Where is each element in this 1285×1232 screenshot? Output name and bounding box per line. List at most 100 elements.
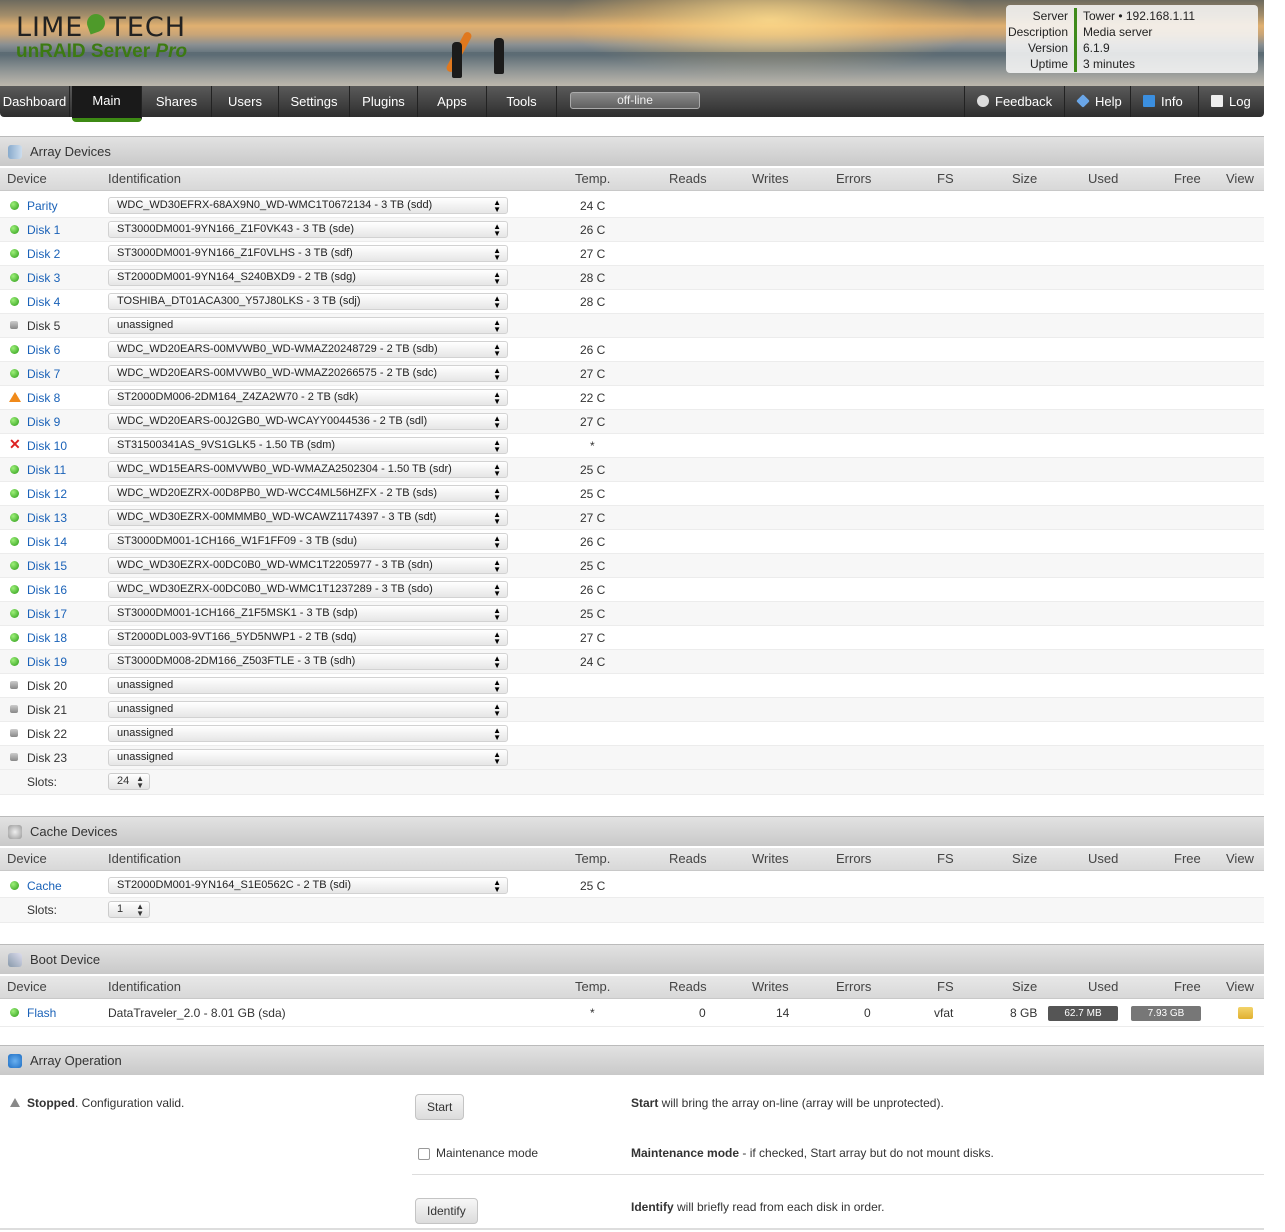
- device-select[interactable]: unassigned ▲ ▼: [108, 725, 508, 742]
- device-name[interactable]: Disk 13: [27, 511, 67, 525]
- device-select[interactable]: TOSHIBA_DT01ACA300_Y57J80LKS - 3 TB (sdj…: [108, 293, 508, 310]
- device-select[interactable]: unassigned ▲ ▼: [108, 677, 508, 694]
- device-select[interactable]: ST2000DM006-2DM164_Z4ZA2W70 - 2 TB (sdk)…: [108, 389, 508, 406]
- device-select[interactable]: WDC_WD20EZRX-00D8PB0_WD-WCC4ML56HZFX - 2…: [108, 485, 508, 502]
- maintenance-checkbox[interactable]: [418, 1148, 430, 1160]
- device-name[interactable]: Disk 4: [27, 295, 60, 309]
- device-select[interactable]: WDC_WD20EARS-00MVWB0_WD-WMAZ20248729 - 2…: [108, 341, 508, 358]
- device-name[interactable]: Cache: [27, 879, 62, 893]
- device-select[interactable]: WDC_WD20EARS-00MVWB0_WD-WMAZ20266575 - 2…: [108, 365, 508, 382]
- select-arrows-icon: ▲ ▼: [493, 582, 501, 598]
- identify-button[interactable]: Identify: [415, 1198, 478, 1224]
- device-select[interactable]: WDC_WD30EFRX-68AX9N0_WD-WMC1T0672134 - 3…: [108, 197, 508, 214]
- device-name[interactable]: Disk 2: [27, 247, 60, 261]
- slots-select[interactable]: 1 ▲ ▼: [108, 901, 150, 918]
- device-name[interactable]: Disk 14: [27, 535, 67, 549]
- device-identification: DataTraveler_2.0 - 8.01 GB (sda): [108, 1006, 286, 1020]
- device-name[interactable]: Disk 8: [27, 391, 60, 405]
- device-select[interactable]: unassigned ▲ ▼: [108, 701, 508, 718]
- select-arrows-icon: ▲ ▼: [493, 222, 501, 238]
- nav-info[interactable]: Info: [1130, 86, 1198, 117]
- device-temp: *: [590, 439, 595, 453]
- disk-row: Disk 8 ST2000DM006-2DM164_Z4ZA2W70 - 2 TB…: [0, 386, 1264, 410]
- disk-ok-icon: [10, 369, 19, 378]
- column-header-free: Free: [1174, 171, 1201, 186]
- device-name[interactable]: Disk 6: [27, 343, 60, 357]
- device-select[interactable]: unassigned ▲ ▼: [108, 317, 508, 334]
- array-state: Stopped. Configuration valid.: [10, 1096, 184, 1110]
- device-name[interactable]: Disk 12: [27, 487, 67, 501]
- device-select[interactable]: ST2000DL003-9VT166_5YD5NWP1 - 2 TB (sdq)…: [108, 629, 508, 646]
- device-name[interactable]: Disk 16: [27, 583, 67, 597]
- device-name[interactable]: Disk 9: [27, 415, 60, 429]
- device-temp: *: [590, 1006, 595, 1020]
- device-select[interactable]: WDC_WD30EZRX-00MMMB0_WD-WCAWZ1174397 - 3…: [108, 509, 508, 526]
- select-arrows-icon: ▲ ▼: [493, 678, 501, 694]
- device-select[interactable]: ST2000DM001-9YN164_S1E0562C - 2 TB (sdi)…: [108, 877, 508, 894]
- device-name[interactable]: Disk 7: [27, 367, 60, 381]
- column-header-fs: FS: [937, 171, 954, 186]
- device-select[interactable]: WDC_WD30EZRX-00DC0B0_WD-WMC1T1237289 - 3…: [108, 581, 508, 598]
- server-info-row: Server Tower • 192.168.1.11: [1006, 8, 1258, 24]
- tab-settings[interactable]: Settings: [279, 86, 350, 117]
- device-select-value: WDC_WD30EFRX-68AX9N0_WD-WMC1T0672134 - 3…: [117, 199, 433, 211]
- device-name[interactable]: Disk 3: [27, 271, 60, 285]
- device-name[interactable]: Disk 19: [27, 655, 67, 669]
- device-errors: 0: [864, 1006, 871, 1020]
- tab-dashboard[interactable]: Dashboard: [0, 86, 70, 117]
- disk-row: Disk 15 WDC_WD30EZRX-00DC0B0_WD-WMC1T2205…: [0, 554, 1264, 578]
- device-name[interactable]: Disk 18: [27, 631, 67, 645]
- device-select-value: unassigned: [117, 319, 174, 331]
- device-select[interactable]: ST3000DM001-1CH166_Z1F5MSK1 - 3 TB (sdp)…: [108, 605, 508, 622]
- desc-text: will briefly read from each disk in orde…: [673, 1200, 885, 1214]
- tab-shares[interactable]: Shares: [142, 86, 212, 117]
- tab-tools[interactable]: Tools: [487, 86, 557, 117]
- device-select-value: unassigned: [117, 751, 174, 763]
- device-select[interactable]: ST3000DM001-1CH166_W1F1FF09 - 3 TB (sdu)…: [108, 533, 508, 550]
- column-header-size: Size: [1012, 979, 1038, 994]
- device-name[interactable]: Disk 15: [27, 559, 67, 573]
- device-temp: 22 C: [580, 391, 606, 405]
- device-name[interactable]: Disk 17: [27, 607, 67, 621]
- select-arrows-icon: ▲ ▼: [493, 246, 501, 262]
- device-name: Disk 5: [27, 319, 61, 333]
- tab-plugins[interactable]: Plugins: [350, 86, 418, 117]
- device-select[interactable]: ST3000DM001-9YN166_Z1F0VLHS - 3 TB (sdf)…: [108, 245, 508, 262]
- device-select[interactable]: WDC_WD20EARS-00J2GB0_WD-WCAYY0044536 - 2…: [108, 413, 508, 430]
- device-select[interactable]: WDC_WD15EARS-00MVWB0_WD-WMAZA2502304 - 1…: [108, 461, 508, 478]
- device-name[interactable]: Disk 10: [27, 439, 67, 453]
- device-name[interactable]: Disk 1: [27, 223, 60, 237]
- device-select[interactable]: ST2000DM001-9YN164_S240BXD9 - 2 TB (sdg)…: [108, 269, 508, 286]
- column-header-free: Free: [1174, 979, 1201, 994]
- section-title: Array Operation: [30, 1053, 122, 1068]
- tab-main[interactable]: Main: [72, 86, 142, 122]
- device-select[interactable]: WDC_WD30EZRX-00DC0B0_WD-WMC1T2205977 - 3…: [108, 557, 508, 574]
- slots-select[interactable]: 24 ▲ ▼: [108, 773, 150, 790]
- nav-help[interactable]: Help: [1064, 86, 1130, 117]
- device-select[interactable]: ST3000DM001-9YN166_Z1F0VK43 - 3 TB (sde)…: [108, 221, 508, 238]
- device-select[interactable]: ST3000DM008-2DM166_Z503FTLE - 3 TB (sdh)…: [108, 653, 508, 670]
- nav-feedback[interactable]: Feedback: [964, 86, 1064, 117]
- device-name[interactable]: Disk 11: [27, 463, 66, 477]
- nav-log[interactable]: Log: [1198, 86, 1264, 117]
- column-header-errors: Errors: [836, 979, 872, 994]
- tab-users[interactable]: Users: [212, 86, 279, 117]
- disk-ok-icon: [10, 249, 19, 258]
- disk-row: Disk 4 TOSHIBA_DT01ACA300_Y57J80LKS - 3 T…: [0, 290, 1264, 314]
- tab-apps[interactable]: Apps: [418, 86, 487, 117]
- device-name[interactable]: Parity: [27, 199, 58, 213]
- start-button[interactable]: Start: [415, 1094, 465, 1120]
- select-arrows-icon: ▲ ▼: [136, 774, 144, 790]
- device-name: Disk 23: [27, 751, 68, 765]
- disk-ok-icon: [10, 201, 19, 210]
- column-header-reads: Reads: [669, 171, 707, 186]
- device-name[interactable]: Flash: [27, 1006, 56, 1020]
- folder-browse-icon[interactable]: [1238, 1007, 1253, 1019]
- device-select[interactable]: unassigned ▲ ▼: [108, 749, 508, 766]
- device-select-value: ST3000DM001-1CH166_W1F1FF09 - 3 TB (sdu): [117, 535, 358, 547]
- select-arrows-icon: ▲ ▼: [493, 510, 501, 526]
- disk-ok-icon: [10, 489, 19, 498]
- device-select[interactable]: ST31500341AS_9VS1GLK5 - 1.50 TB (sdm) ▲ ▼: [108, 437, 508, 454]
- desc-bold: Maintenance mode: [631, 1146, 740, 1160]
- server-info-key: Server: [1032, 9, 1068, 23]
